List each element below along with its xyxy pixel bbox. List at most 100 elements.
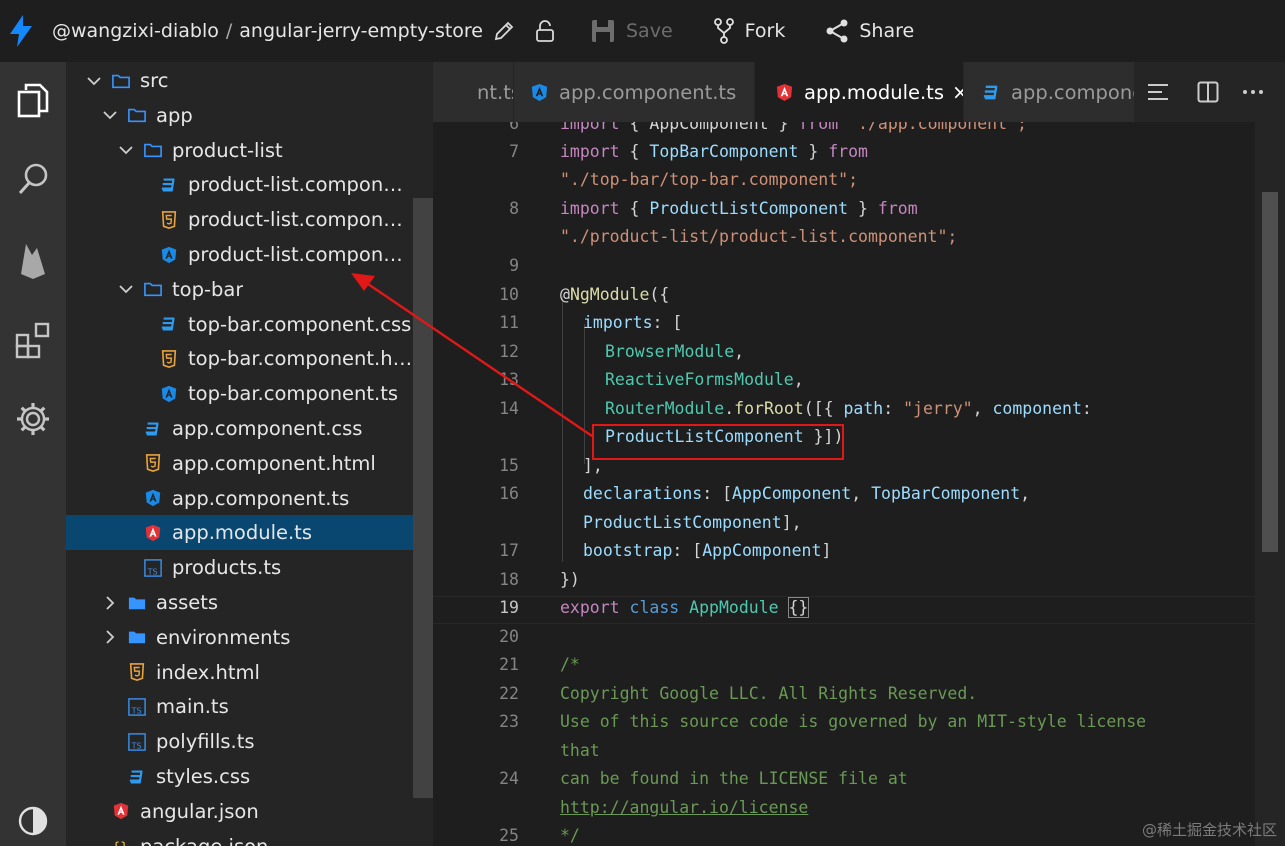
extensions-icon[interactable] bbox=[0, 310, 66, 370]
line-number: 24 bbox=[499, 769, 519, 788]
angular-module-icon bbox=[144, 524, 162, 542]
code-line: /* bbox=[560, 655, 580, 674]
code-line: */ bbox=[560, 826, 580, 845]
stackblitz-logo-icon[interactable] bbox=[0, 0, 42, 62]
line-number: 19 bbox=[499, 598, 519, 617]
code-line: export class AppModule {} bbox=[560, 597, 810, 618]
file-item[interactable]: product-list.component.ts bbox=[66, 237, 413, 272]
code-line: ProductListComponent], bbox=[583, 513, 802, 532]
file-item[interactable]: top-bar.component.html bbox=[66, 341, 413, 376]
tab-close-icon[interactable]: × bbox=[952, 80, 963, 104]
tree-item-label: app bbox=[156, 103, 193, 127]
settings-gear-icon[interactable] bbox=[0, 389, 66, 449]
annotation-highlight-box bbox=[592, 424, 844, 460]
file-item[interactable]: TS polyfills.ts bbox=[66, 724, 413, 759]
line-number: 10 bbox=[499, 285, 519, 304]
code-line: "./top-bar/top-bar.component"; bbox=[560, 170, 859, 189]
file-item[interactable]: angular.json bbox=[66, 794, 413, 829]
line-number: 16 bbox=[499, 484, 519, 503]
top-bar: @wangzixi-diablo / angular-jerry-empty-sto… bbox=[0, 0, 1285, 62]
folder-item[interactable]: assets bbox=[66, 585, 413, 620]
save-icon bbox=[592, 20, 614, 42]
license-link[interactable]: http://angular.io/license bbox=[560, 798, 808, 817]
tab-app-module-ts[interactable]: app.module.ts × bbox=[755, 62, 963, 122]
file-item[interactable]: app.component.ts bbox=[66, 481, 413, 516]
file-item[interactable]: product-list.component.html bbox=[66, 202, 413, 237]
editor-scrollbar[interactable] bbox=[1255, 122, 1285, 846]
save-button[interactable]: Save bbox=[590, 18, 673, 44]
split-editor-icon[interactable] bbox=[1196, 80, 1220, 104]
breadcrumb-separator: / bbox=[225, 20, 233, 42]
file-item[interactable]: top-bar.component.ts bbox=[66, 376, 413, 411]
project-name[interactable]: angular-jerry-empty-store bbox=[239, 20, 483, 42]
files-icon[interactable] bbox=[0, 70, 66, 130]
file-item[interactable]: app.component.html bbox=[66, 446, 413, 481]
folder-item[interactable]: environments bbox=[66, 620, 413, 655]
chevron-down-icon[interactable] bbox=[102, 107, 118, 123]
tree-item-label: app.component.css bbox=[172, 417, 363, 440]
tab-label: app.component.css bbox=[1011, 80, 1134, 104]
angular-red-icon bbox=[775, 83, 794, 102]
folder-item[interactable]: top-bar bbox=[66, 272, 413, 307]
more-actions-icon[interactable] bbox=[1241, 80, 1265, 104]
share-label: Share bbox=[859, 20, 915, 42]
code-editor[interactable]: 6 7 8 9 10 11 12 13 14 15 16 17 18 19 20 21 22 23 24 25 imp… bbox=[433, 122, 1285, 846]
share-button[interactable]: Share bbox=[825, 18, 914, 44]
unlock-icon[interactable] bbox=[534, 19, 556, 43]
chevron-right-icon[interactable] bbox=[102, 595, 118, 611]
folder-item[interactable]: app bbox=[66, 98, 413, 133]
code-line: "./product-list/product-list.component"; bbox=[560, 227, 958, 246]
tree-item-label: package.json bbox=[140, 835, 268, 846]
svg-text:{}: {} bbox=[112, 839, 128, 846]
file-item[interactable]: {} package.json bbox=[66, 829, 413, 846]
typescript-file-icon: TS bbox=[128, 732, 146, 751]
code-line: import { ProductListComponent } from bbox=[560, 199, 918, 218]
angular-file-icon bbox=[160, 385, 178, 403]
file-item[interactable]: app.module.ts bbox=[66, 515, 413, 551]
explorer-scrollbar[interactable] bbox=[413, 198, 433, 798]
line-number: 17 bbox=[499, 541, 519, 560]
file-item[interactable]: app.component.css bbox=[66, 411, 413, 446]
code-line: bootstrap: [AppComponent] bbox=[583, 541, 832, 560]
theme-toggle-icon[interactable] bbox=[0, 791, 66, 846]
tree-item-label: product-list.component.html bbox=[188, 208, 413, 232]
pencil-icon[interactable] bbox=[492, 19, 516, 43]
tree-item-label: main.ts bbox=[156, 695, 229, 719]
tab-app-component-ts[interactable]: app.component.ts bbox=[514, 62, 754, 122]
search-icon[interactable] bbox=[0, 150, 66, 210]
svg-text:TS: TS bbox=[131, 740, 142, 750]
tree-item-label: app.module.ts bbox=[172, 521, 312, 545]
scrollbar-thumb[interactable] bbox=[1262, 192, 1278, 552]
file-item[interactable]: top-bar.component.css bbox=[66, 307, 413, 342]
file-item[interactable]: TS main.ts bbox=[66, 689, 413, 724]
indent-guide bbox=[562, 296, 563, 562]
angular-file-icon bbox=[144, 489, 162, 507]
chevron-down-icon[interactable] bbox=[118, 142, 134, 158]
folder-open-icon bbox=[112, 72, 130, 90]
tab-app-component-css[interactable]: app.component.css bbox=[964, 62, 1134, 122]
file-item[interactable]: TS products.ts bbox=[66, 550, 413, 585]
line-number: 6 bbox=[509, 122, 519, 133]
outline-icon[interactable] bbox=[1146, 80, 1170, 104]
chevron-right-icon[interactable] bbox=[102, 629, 118, 645]
folder-item[interactable]: product-list bbox=[66, 133, 413, 168]
project-owner[interactable]: @wangzixi-diablo bbox=[52, 20, 219, 42]
typescript-file-icon: TS bbox=[144, 558, 162, 577]
file-item[interactable]: styles.css bbox=[66, 759, 413, 794]
tab-app-component-ts-partial[interactable]: nt.ts bbox=[433, 62, 513, 122]
firebase-icon[interactable] bbox=[0, 230, 66, 290]
typescript-file-icon: TS bbox=[128, 698, 146, 716]
css-file-icon bbox=[144, 420, 162, 438]
chevron-down-icon[interactable] bbox=[118, 281, 134, 297]
chevron-down-icon[interactable] bbox=[86, 73, 102, 89]
line-number: 22 bbox=[499, 684, 519, 703]
fork-button[interactable]: Fork bbox=[713, 18, 785, 44]
file-item[interactable]: product-list.component.css bbox=[66, 167, 413, 202]
code-line: @NgModule({ bbox=[560, 285, 670, 304]
line-number: 11 bbox=[499, 313, 519, 332]
file-item[interactable]: index.html bbox=[66, 655, 413, 690]
folder-item[interactable]: src bbox=[66, 63, 413, 98]
folder-open-icon bbox=[128, 106, 146, 124]
css-file-icon bbox=[160, 176, 178, 194]
line-number: 20 bbox=[499, 627, 519, 646]
